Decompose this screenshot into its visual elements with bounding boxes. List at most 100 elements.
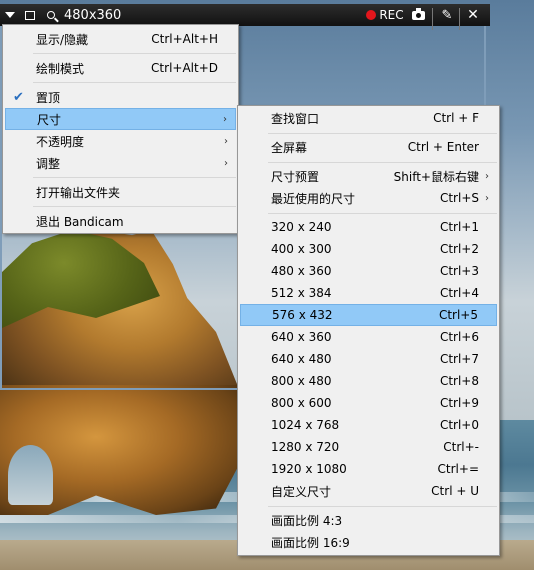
record-dot-icon — [366, 10, 377, 20]
menu-item-exit[interactable]: 退出 Bandicam — [5, 210, 236, 232]
menu-item-label: 最近使用的尺寸 — [271, 191, 356, 206]
menu-item-adjust[interactable]: 调整 › — [5, 152, 236, 174]
menu-item-size-800x480[interactable]: 800 x 480 Ctrl+8 — [240, 370, 497, 392]
checkmark-icon: ✔ — [13, 89, 24, 105]
menu-separator — [268, 133, 497, 134]
menu-item-label: 400 x 300 — [271, 242, 332, 256]
menu-item-label: 800 x 600 — [271, 396, 332, 410]
menu-item-label: 320 x 240 — [271, 220, 332, 234]
draw-button[interactable]: ✎ — [440, 4, 454, 26]
menu-item-shortcut: Ctrl+9 — [439, 396, 479, 410]
menu-item-shortcut: Ctrl+7 — [439, 352, 479, 366]
menu-item-label: 查找窗口 — [271, 111, 320, 126]
menu-item-label: 绘制模式 — [36, 61, 85, 76]
menu-item-fullscreen[interactable]: 全屏幕 Ctrl + Enter — [240, 136, 497, 158]
menu-item-shortcut: Shift+鼠标右键 — [393, 169, 479, 184]
menu-item-label: 尺寸预置 — [271, 169, 320, 184]
menu-item-size-presets[interactable]: 尺寸预置 Shift+鼠标右键 › — [240, 165, 497, 187]
menu-item-open-output-folder[interactable]: 打开输出文件夹 — [5, 181, 236, 203]
menu-item-size-400x300[interactable]: 400 x 300 Ctrl+2 — [240, 238, 497, 260]
search-icon — [47, 11, 55, 19]
main-context-menu: 显示/隐藏 Ctrl+Alt+H 绘制模式 Ctrl+Alt+D ✔ 置顶 尺寸… — [2, 24, 239, 234]
menu-item-label: 画面比例 4:3 — [271, 513, 343, 528]
menu-item-shortcut: Ctrl+- — [443, 440, 479, 454]
menu-item-label: 自定义尺寸 — [271, 484, 332, 499]
menu-item-draw-mode[interactable]: 绘制模式 Ctrl+Alt+D — [5, 57, 236, 79]
menu-item-label: 640 x 360 — [271, 330, 332, 344]
menu-item-size-800x600[interactable]: 800 x 600 Ctrl+9 — [240, 392, 497, 414]
menu-separator — [268, 506, 497, 507]
capture-size-label[interactable]: 480x360 — [64, 4, 121, 26]
menu-item-shortcut: Ctrl+Alt+D — [151, 61, 218, 75]
menu-item-shortcut: Ctrl+6 — [439, 330, 479, 344]
rec-button[interactable]: REC — [363, 4, 407, 26]
menu-item-shortcut: Ctrl+0 — [439, 418, 479, 432]
window-icon — [25, 10, 35, 20]
menu-item-label: 置顶 — [36, 90, 61, 105]
menu-item-shortcut: Ctrl+4 — [439, 286, 479, 300]
menu-item-opacity[interactable]: 不透明度 › — [5, 130, 236, 152]
menu-item-shortcut: Ctrl+1 — [439, 220, 479, 234]
menu-item-label: 512 x 384 — [271, 286, 332, 300]
menu-item-size-640x480[interactable]: 640 x 480 Ctrl+7 — [240, 348, 497, 370]
menu-separator — [33, 82, 236, 83]
menu-item-shortcut: Ctrl+8 — [439, 374, 479, 388]
menu-item-show-hide[interactable]: 显示/隐藏 Ctrl+Alt+H — [5, 28, 236, 50]
menu-item-shortcut: Ctrl+2 — [439, 242, 479, 256]
bandicam-titlebar: 480x360 REC ✎ ✕ — [0, 4, 490, 30]
submenu-arrow-icon: › — [485, 170, 489, 182]
menu-item-size-1920x1080[interactable]: 1920 x 1080 Ctrl+= — [240, 458, 497, 480]
close-icon: ✕ — [467, 7, 479, 23]
menu-item-label: 800 x 480 — [271, 374, 332, 388]
menu-item-label: 不透明度 — [36, 134, 85, 149]
menu-item-shortcut: Ctrl+5 — [438, 308, 478, 322]
submenu-arrow-icon: › — [224, 157, 228, 169]
menu-item-aspect-16-9[interactable]: 画面比例 16:9 — [240, 531, 497, 553]
pencil-icon: ✎ — [441, 7, 453, 23]
menu-item-aspect-4-3[interactable]: 画面比例 4:3 — [240, 509, 497, 531]
menu-item-always-on-top[interactable]: ✔ 置顶 — [5, 86, 236, 108]
menu-item-shortcut: Ctrl + F — [433, 111, 479, 125]
window-mode-button[interactable] — [22, 4, 38, 26]
menu-item-shortcut: Ctrl+Alt+H — [151, 32, 218, 46]
menu-item-size-1280x720[interactable]: 1280 x 720 Ctrl+- — [240, 436, 497, 458]
menu-item-shortcut: Ctrl + U — [431, 484, 479, 498]
toolbar-divider — [432, 8, 433, 30]
menu-separator — [33, 53, 236, 54]
menu-item-size[interactable]: 尺寸 › — [5, 108, 236, 130]
menu-item-label: 退出 Bandicam — [36, 214, 124, 229]
menu-item-label: 640 x 480 — [271, 352, 332, 366]
menu-button[interactable] — [2, 4, 18, 26]
find-window-button[interactable] — [43, 4, 59, 26]
menu-item-size-512x384[interactable]: 512 x 384 Ctrl+4 — [240, 282, 497, 304]
screenshot-button[interactable] — [409, 4, 427, 26]
menu-item-recent-sizes[interactable]: 最近使用的尺寸 Ctrl+S › — [240, 187, 497, 209]
menu-item-label: 1920 x 1080 — [271, 462, 347, 476]
menu-item-label: 打开输出文件夹 — [36, 185, 121, 200]
submenu-arrow-icon: › — [485, 192, 489, 204]
camera-icon — [411, 7, 425, 20]
menu-separator — [33, 206, 236, 207]
menu-item-size-1024x768[interactable]: 1024 x 768 Ctrl+0 — [240, 414, 497, 436]
rec-label: REC — [379, 8, 404, 22]
close-button[interactable]: ✕ — [466, 4, 480, 26]
menu-item-label: 显示/隐藏 — [36, 32, 89, 47]
menu-item-shortcut: Ctrl+= — [437, 462, 479, 476]
menu-item-size-640x360[interactable]: 640 x 360 Ctrl+6 — [240, 326, 497, 348]
menu-item-label: 尺寸 — [37, 112, 62, 127]
menu-item-size-480x360[interactable]: 480 x 360 Ctrl+3 — [240, 260, 497, 282]
size-submenu: 查找窗口 Ctrl + F 全屏幕 Ctrl + Enter 尺寸预置 Shif… — [237, 105, 500, 556]
rock-arch-opening — [8, 445, 53, 505]
submenu-arrow-icon: › — [223, 113, 227, 125]
menu-separator — [33, 177, 236, 178]
toolbar-divider — [459, 8, 460, 30]
menu-triangle-icon — [5, 12, 15, 18]
menu-item-size-320x240[interactable]: 320 x 240 Ctrl+1 — [240, 216, 497, 238]
menu-separator — [268, 213, 497, 214]
menu-item-size-576x432[interactable]: 576 x 432 Ctrl+5 — [240, 304, 497, 326]
menu-item-custom-size[interactable]: 自定义尺寸 Ctrl + U — [240, 480, 497, 502]
menu-item-find-window[interactable]: 查找窗口 Ctrl + F — [240, 107, 497, 129]
menu-item-shortcut: Ctrl+3 — [439, 264, 479, 278]
menu-item-label: 全屏幕 — [271, 140, 308, 155]
submenu-arrow-icon: › — [224, 135, 228, 147]
